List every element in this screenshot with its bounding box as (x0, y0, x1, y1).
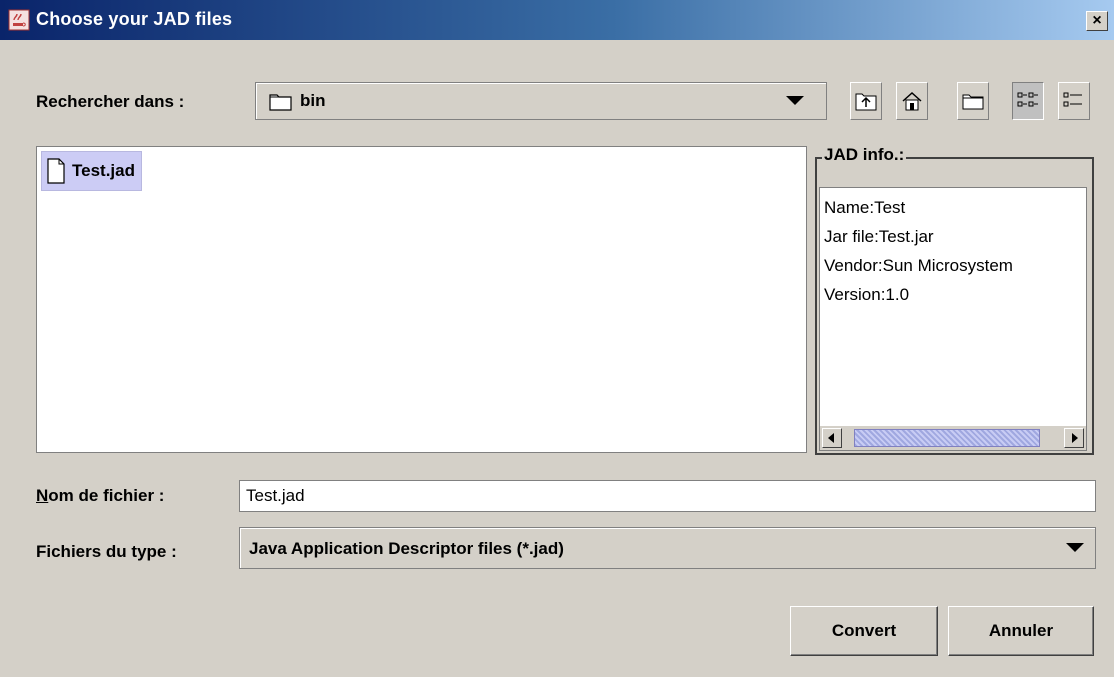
arrow-right-icon (1072, 433, 1078, 443)
window-title: Choose your JAD files (36, 9, 233, 29)
scroll-left-button[interactable] (822, 428, 842, 448)
convert-button[interactable]: Convert (790, 606, 938, 656)
list-view-icon (1017, 92, 1038, 107)
scroll-thumb[interactable] (854, 429, 1040, 447)
file-type-combo[interactable]: Java Application Descriptor files (*.jad… (239, 527, 1096, 569)
details-view-button[interactable] (1058, 82, 1090, 120)
file-name-label: Nom de fichier : (36, 486, 164, 506)
jad-info-name: Name:Test (824, 198, 906, 217)
new-folder-button[interactable] (957, 82, 989, 120)
chevron-down-icon (1066, 543, 1084, 552)
cancel-button[interactable]: Annuler (948, 606, 1094, 656)
chevron-down-icon (786, 96, 804, 105)
look-in-combo[interactable]: bin (255, 82, 827, 120)
arrow-left-icon (828, 433, 834, 443)
scroll-right-button[interactable] (1064, 428, 1084, 448)
up-one-level-icon (855, 93, 877, 111)
java-coffee-icon (8, 9, 30, 31)
new-folder-icon (962, 94, 984, 110)
up-one-level-button[interactable] (850, 82, 882, 120)
look-in-value: bin (300, 91, 326, 110)
file-name-mnemonic: N (36, 486, 49, 505)
file-name-input[interactable] (240, 481, 1095, 511)
home-icon (902, 91, 922, 111)
file-icon (47, 158, 65, 184)
file-name: Test.jad (72, 161, 135, 180)
file-list[interactable]: Test.jad (36, 146, 807, 453)
jad-info-version: Version:1.0 (824, 285, 910, 304)
folder-icon (269, 94, 292, 111)
file-name-field[interactable] (239, 480, 1096, 512)
horizontal-scrollbar[interactable] (820, 426, 1086, 450)
jad-info-jar-file: Jar file:Test.jar (824, 227, 934, 246)
list-view-button[interactable] (1012, 82, 1044, 120)
look-in-label: Rechercher dans : (36, 92, 185, 111)
details-view-icon (1063, 92, 1082, 107)
file-name-label-rest: om de fichier : (48, 486, 165, 505)
jad-info-title: JAD info.: (822, 145, 907, 165)
file-type-label: Fichiers du type : (36, 542, 177, 561)
close-button[interactable]: × (1086, 11, 1108, 31)
jad-info-vendor: Vendor:Sun Microsystem (824, 256, 1013, 275)
home-button[interactable] (896, 82, 928, 120)
close-icon: × (1092, 12, 1102, 29)
list-item[interactable]: Test.jad (41, 151, 142, 191)
title-bar: Choose your JAD files × (0, 0, 1114, 40)
file-type-value: Java Application Descriptor files (*.jad… (249, 539, 564, 558)
jad-info-text[interactable]: Name:Test Jar file:Test.jar Vendor:Sun M… (819, 187, 1087, 451)
